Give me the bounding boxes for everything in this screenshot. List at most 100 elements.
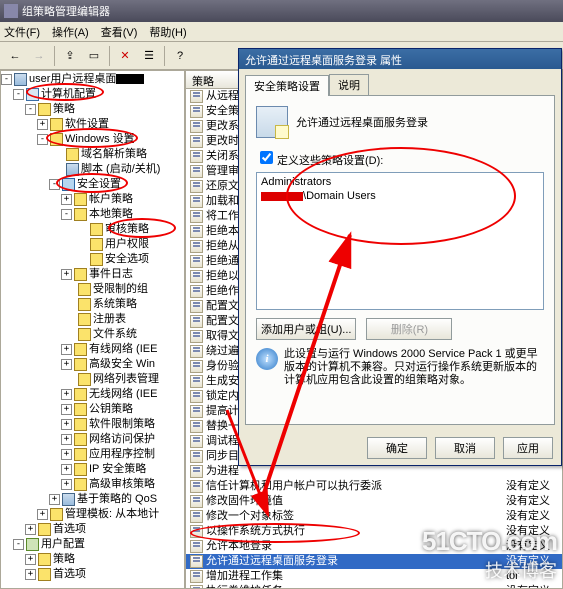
show-hide-tree-button[interactable]: ▭ [83, 45, 105, 67]
expand-toggle[interactable]: - [1, 74, 12, 85]
tree-qos[interactable]: 基于策略的 QoS [77, 492, 157, 506]
tree-pubkey[interactable]: 公钥策略 [89, 402, 133, 416]
tree-computer[interactable]: 计算机配置 [41, 87, 96, 101]
expand-toggle[interactable]: + [61, 464, 72, 475]
menu-view[interactable]: 查看(V) [101, 24, 138, 40]
list-row[interactable]: 执行卷维护任务没有定义 [186, 584, 562, 589]
expand-toggle[interactable]: - [25, 104, 36, 115]
tree-rights[interactable]: 用户权限 [105, 237, 149, 251]
tree-swrestrict[interactable]: 软件限制策略 [89, 417, 155, 431]
tree-scripts[interactable]: 脚本 (启动/关机) [81, 162, 160, 176]
folder-icon [74, 418, 87, 431]
tree-software[interactable]: 软件设置 [65, 117, 109, 131]
expand-toggle[interactable]: + [37, 119, 48, 130]
tree-prefs[interactable]: 首选项 [53, 522, 86, 536]
dialog-titlebar[interactable]: 允许通过远程桌面服务登录 属性 [239, 49, 561, 69]
menu-help[interactable]: 帮助(H) [149, 24, 186, 40]
list-row[interactable]: 修改固件环境值没有定义 [186, 494, 562, 509]
expand-toggle[interactable]: - [49, 179, 60, 190]
tree-security[interactable]: 安全设置 [77, 177, 121, 191]
tab-explain[interactable]: 说明 [329, 74, 369, 95]
tree-account[interactable]: 帐户策略 [89, 192, 133, 206]
expand-toggle[interactable]: + [61, 344, 72, 355]
expand-toggle[interactable]: + [61, 269, 72, 280]
expand-toggle[interactable]: - [13, 539, 24, 550]
qos-icon [62, 493, 75, 506]
tree-secopt[interactable]: 安全选项 [105, 252, 149, 266]
ok-button[interactable]: 确定 [367, 437, 427, 459]
tab-security-policy[interactable]: 安全策略设置 [245, 75, 329, 96]
tree-filesys[interactable]: 文件系统 [93, 327, 137, 341]
policy-item-label: 执行卷维护任务 [206, 584, 506, 589]
expand-toggle[interactable]: + [49, 494, 60, 505]
folder-icon [38, 523, 51, 536]
tree-wired[interactable]: 有线网络 (IEE [89, 342, 157, 356]
tree-wireless[interactable]: 无线网络 (IEE [89, 387, 157, 401]
policy-item-icon [190, 480, 203, 493]
expand-toggle[interactable]: + [61, 449, 72, 460]
policy-item-icon [190, 330, 203, 343]
folder-icon [78, 298, 91, 311]
expand-toggle[interactable]: + [61, 194, 72, 205]
expand-toggle[interactable]: - [13, 89, 24, 100]
tree-eventlog[interactable]: 事件日志 [89, 267, 133, 281]
up-button[interactable]: ⇪ [59, 45, 81, 67]
expand-toggle[interactable]: - [61, 209, 72, 220]
tree-windows[interactable]: Windows 设置 [65, 132, 135, 146]
expand-toggle[interactable]: + [25, 554, 36, 565]
tree-advwin[interactable]: 高级安全 Win [89, 357, 155, 371]
users-listbox[interactable]: Administrators \Domain Users [256, 172, 544, 310]
tree-dns[interactable]: 域名解析策略 [81, 147, 147, 161]
user-icon [26, 538, 39, 551]
list-item[interactable]: \Domain Users [261, 189, 539, 203]
define-checkbox[interactable] [260, 151, 273, 164]
expand-toggle[interactable]: + [61, 389, 72, 400]
policy-icon [14, 73, 27, 86]
expand-toggle[interactable]: + [25, 569, 36, 580]
tree-panel[interactable]: -user用户远程桌面 -计算机配置 -策略 +软件设置 -Windows 设置… [0, 70, 185, 589]
tree-nap[interactable]: 网络访问保护 [89, 432, 155, 446]
tree-u-policies[interactable]: 策略 [53, 552, 75, 566]
delete-button[interactable]: ✕ [114, 45, 136, 67]
list-row[interactable]: 为进程 [186, 464, 562, 479]
expand-toggle[interactable]: - [37, 134, 48, 145]
expand-toggle[interactable]: + [61, 359, 72, 370]
list-row[interactable]: 信任计算机和用户帐户可以执行委派没有定义 [186, 479, 562, 494]
list-item[interactable]: Administrators [261, 175, 539, 189]
tree-userconf[interactable]: 用户配置 [41, 537, 85, 551]
tree-admintpl[interactable]: 管理模板: 从本地计 [65, 507, 159, 521]
apply-button[interactable]: 应用 [503, 437, 553, 459]
tree-advaudit[interactable]: 高级审核策略 [89, 477, 155, 491]
menu-action[interactable]: 操作(A) [52, 24, 89, 40]
policy-item-value: 没有定义 [506, 494, 550, 509]
expand-toggle[interactable]: + [61, 419, 72, 430]
tree-u-prefs[interactable]: 首选项 [53, 567, 86, 581]
tree-audit[interactable]: 审核策略 [105, 222, 149, 236]
policy-item-icon [190, 420, 203, 433]
expand-toggle[interactable]: + [37, 509, 48, 520]
back-button[interactable]: ← [4, 45, 26, 67]
tree-restricted[interactable]: 受限制的组 [93, 282, 148, 296]
window-titlebar: 组策略管理编辑器 [0, 0, 563, 22]
add-user-button[interactable]: 添加用户或组(U)... [256, 318, 356, 340]
menu-file[interactable]: 文件(F) [4, 24, 40, 40]
expand-toggle[interactable]: + [25, 524, 36, 535]
list-row[interactable]: 修改一个对象标签没有定义 [186, 509, 562, 524]
cancel-button[interactable]: 取消 [435, 437, 495, 459]
tree-sysservice[interactable]: 系统策略 [93, 297, 137, 311]
tree-registry[interactable]: 注册表 [93, 312, 126, 326]
tree-local[interactable]: 本地策略 [89, 207, 133, 221]
tree-root[interactable]: user用户远程桌面 [29, 72, 116, 86]
tree-ipsec[interactable]: IP 安全策略 [89, 462, 146, 476]
tree-appctl[interactable]: 应用程序控制 [89, 447, 155, 461]
tree-policies[interactable]: 策略 [53, 102, 75, 116]
expand-toggle[interactable]: + [61, 479, 72, 490]
policy-item-icon [190, 165, 203, 178]
expand-toggle[interactable]: + [61, 434, 72, 445]
properties-button[interactable]: ☰ [138, 45, 160, 67]
policy-item-icon [190, 315, 203, 328]
help-button[interactable]: ? [169, 45, 191, 67]
tree-netlist[interactable]: 网络列表管理 [93, 372, 159, 386]
expand-toggle[interactable]: + [61, 404, 72, 415]
define-policy-checkbox[interactable]: 定义这些策略设置(D): [256, 155, 383, 167]
